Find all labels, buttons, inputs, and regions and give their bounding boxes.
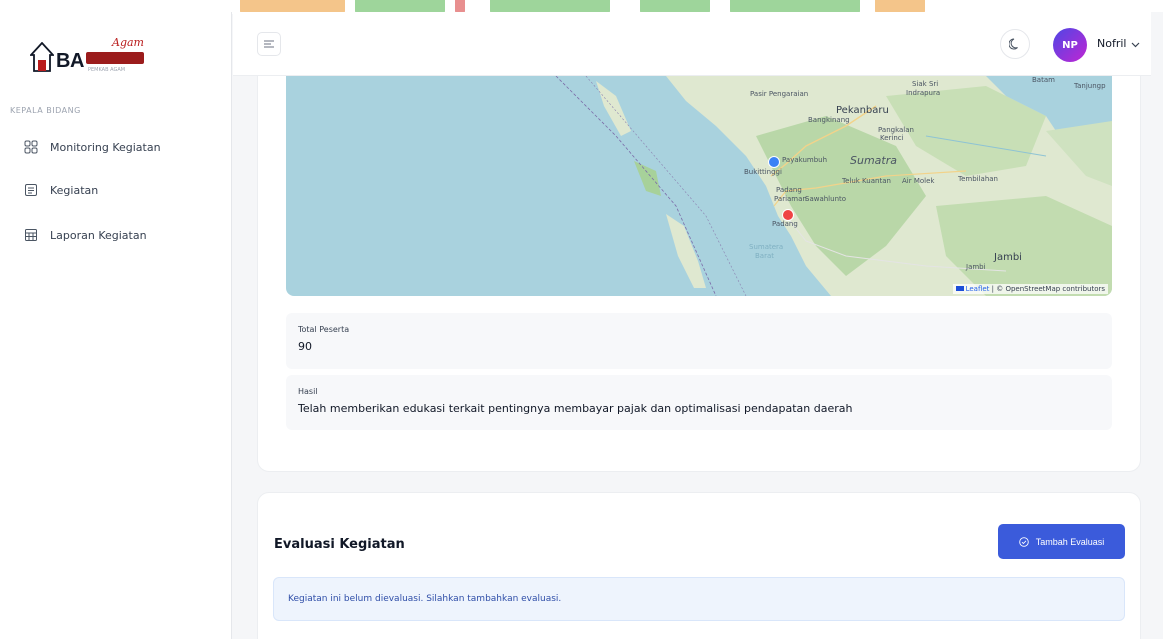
- house-logo-icon: [30, 42, 54, 72]
- hasil-value: Telah memberikan edukasi terkait penting…: [298, 402, 853, 415]
- map-attribution: Leaflet | © OpenStreetMap contributors: [952, 284, 1108, 294]
- sidebar-item-kegiatan[interactable]: Kegiatan: [10, 175, 220, 205]
- attribution-text: | © OpenStreetMap contributors: [991, 285, 1105, 293]
- sidebar-item-label: Laporan Kegiatan: [50, 228, 147, 242]
- sidebar-item-label: Kegiatan: [50, 183, 99, 197]
- sidebar-item-laporan-kegiatan[interactable]: Laporan Kegiatan: [10, 220, 220, 250]
- map-label: Tanjungp: [1074, 82, 1106, 90]
- tambah-evaluasi-label: Tambah Evaluasi: [1035, 536, 1105, 547]
- map-label: Barat: [755, 252, 775, 260]
- sidebar: BA Agam PEMKAB AGAM KEPALA BIDANG Monito…: [0, 12, 232, 639]
- sidebar-item-label: Monitoring Kegiatan: [50, 140, 161, 154]
- total-peserta-value: 90: [298, 340, 312, 353]
- evaluasi-empty-text: Kegiatan ini belum dievaluasi. Silahkan …: [288, 594, 562, 604]
- table-icon: [25, 229, 37, 241]
- user-avatar[interactable]: NP: [1053, 28, 1087, 62]
- map-label: Air Molek: [902, 177, 935, 185]
- chevron-down-icon[interactable]: [1131, 40, 1140, 49]
- menu-icon: [264, 40, 274, 48]
- document-icon: [25, 184, 37, 196]
- logo-script: Agam: [112, 36, 144, 49]
- location-map[interactable]: Batam Tanjungp Siak Sri Indrapura Pasir …: [286, 76, 1112, 296]
- check-circle-icon: [1018, 536, 1029, 547]
- map-label: Batam: [1032, 76, 1055, 84]
- map-label: Pangkalan: [878, 126, 914, 134]
- user-name[interactable]: Nofril: [1097, 37, 1126, 50]
- evaluasi-empty-alert: Kegiatan ini belum dievaluasi. Silahkan …: [273, 577, 1125, 621]
- grid-icon: [24, 140, 38, 154]
- map-label: Jambi: [994, 252, 1022, 263]
- page-edge: [1151, 12, 1163, 639]
- sidebar-item-monitoring-kegiatan[interactable]: Monitoring Kegiatan: [10, 132, 220, 162]
- map-label: Payakumbuh: [782, 156, 828, 164]
- map-label: Pasir Pengaraian: [750, 90, 809, 98]
- map-label: Sumatra: [850, 154, 897, 167]
- top-header: NP Nofril: [233, 12, 1151, 76]
- map-label: Indrapura: [906, 89, 941, 97]
- logo-sub: PEMKAB AGAM: [88, 67, 126, 73]
- map-label: Bangkinang: [808, 116, 850, 124]
- map-label: Bukittinggi: [744, 168, 782, 176]
- logo-banner: [86, 52, 144, 64]
- sidebar-section-label: KEPALA BIDANG: [10, 106, 81, 115]
- theme-toggle-button[interactable]: [1000, 29, 1030, 59]
- map-label: Pariaman: [774, 195, 807, 203]
- map-label: Padang: [776, 186, 802, 194]
- map-label: Jambi: [966, 263, 986, 271]
- map-label: Kerinci: [880, 134, 904, 142]
- app-logo[interactable]: BA Agam PEMKAB AGAM: [30, 32, 150, 84]
- total-peserta-label: Total Peserta: [298, 325, 350, 334]
- evaluasi-title: Evaluasi Kegiatan: [274, 537, 405, 552]
- map-label: Teluk Kuantan: [842, 177, 891, 185]
- logo-text: BA: [56, 50, 84, 72]
- hasil-box: Hasil Telah memberikan edukasi terkait p…: [286, 375, 1112, 430]
- tambah-evaluasi-button[interactable]: Tambah Evaluasi: [998, 524, 1125, 559]
- leaflet-link[interactable]: Leaflet: [966, 285, 990, 293]
- map-label: Sumatera: [749, 243, 784, 251]
- moon-icon: [1009, 38, 1018, 50]
- map-marker-blue[interactable]: [768, 156, 780, 168]
- map-label: Sawahlunto: [805, 195, 847, 203]
- menu-toggle-button[interactable]: [257, 32, 281, 56]
- map-label: Siak Sri: [912, 80, 939, 88]
- map-marker-red[interactable]: [782, 209, 794, 221]
- total-peserta-box: Total Peserta 90: [286, 313, 1112, 369]
- map-terrain: [555, 76, 1112, 296]
- map-label: Padang: [772, 220, 798, 228]
- map-label: Tembilahan: [958, 175, 998, 183]
- hasil-label: Hasil: [298, 387, 318, 396]
- map-label: Pekanbaru: [836, 105, 889, 116]
- flag-icon: [955, 286, 964, 291]
